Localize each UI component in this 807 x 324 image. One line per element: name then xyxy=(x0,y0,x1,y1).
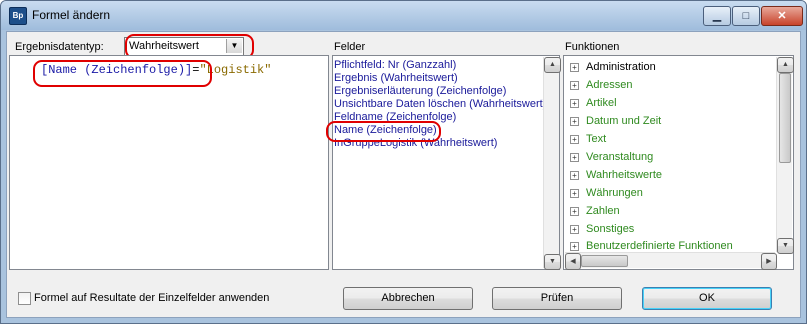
functions-hscrollbar[interactable]: ◀ ▶ xyxy=(565,252,777,270)
function-category[interactable]: Benutzerdefinierte Funktionen xyxy=(586,237,733,250)
field-item[interactable]: Ergebniserläuterung (Zeichenfolge) xyxy=(334,85,506,98)
scroll-down-icon[interactable]: ▼ xyxy=(544,254,561,270)
minimize-button[interactable]: ▁ xyxy=(703,6,731,26)
expand-icon[interactable]: + xyxy=(570,242,579,251)
scroll-down-icon[interactable]: ▼ xyxy=(777,238,794,254)
expand-icon[interactable]: + xyxy=(570,153,579,162)
functions-vscrollbar[interactable]: ▲ ▼ xyxy=(776,57,794,254)
highlight-ring-field-name xyxy=(326,121,441,142)
function-category[interactable]: Sonstiges xyxy=(586,220,634,238)
expand-icon[interactable]: + xyxy=(570,225,579,234)
highlight-ring-formula-field xyxy=(33,60,212,87)
field-item[interactable]: Ergebnis (Wahrheitswert) xyxy=(334,72,458,85)
field-item[interactable]: Unsichtbare Daten löschen (Wahrheitswert… xyxy=(334,98,546,111)
function-category[interactable]: Währungen xyxy=(586,184,643,202)
field-item[interactable]: Pflichtfeld: Nr (Ganzzahl) xyxy=(334,59,456,72)
scroll-left-icon[interactable]: ◀ xyxy=(565,253,581,270)
scroll-right-icon[interactable]: ▶ xyxy=(761,253,777,270)
maximize-button[interactable]: □ xyxy=(732,6,760,26)
expand-icon[interactable]: + xyxy=(570,207,579,216)
ok-button[interactable]: OK xyxy=(642,287,772,310)
function-category[interactable]: Veranstaltung xyxy=(586,148,653,166)
scroll-thumb[interactable] xyxy=(779,73,791,163)
app-icon: Bp xyxy=(9,7,27,25)
fields-label: Felder xyxy=(334,41,366,53)
function-category[interactable]: Zahlen xyxy=(586,202,620,220)
fields-list[interactable]: Pflichtfeld: Nr (Ganzzahl) Ergebnis (Wah… xyxy=(332,55,561,270)
functions-label: Funktionen xyxy=(565,41,620,53)
check-button[interactable]: Prüfen xyxy=(492,287,622,310)
function-category[interactable]: Artikel xyxy=(586,94,617,112)
apply-to-subfields-label: Formel auf Resultate der Einzelfelder an… xyxy=(34,292,270,304)
expand-icon[interactable]: + xyxy=(570,189,579,198)
expand-icon[interactable]: + xyxy=(570,63,579,72)
window-title: Formel ändern xyxy=(32,8,111,22)
expand-icon[interactable]: + xyxy=(570,99,579,108)
result-type-label: Ergebnisdatentyp: xyxy=(15,41,104,53)
function-category[interactable]: Adressen xyxy=(586,76,632,94)
expand-icon[interactable]: + xyxy=(570,81,579,90)
cancel-button[interactable]: Abbrechen xyxy=(343,287,473,310)
scroll-up-icon[interactable]: ▲ xyxy=(777,57,794,73)
apply-to-subfields-checkbox[interactable] xyxy=(18,292,31,305)
scroll-thumb[interactable] xyxy=(581,255,628,267)
scroll-up-icon[interactable]: ▲ xyxy=(544,57,561,73)
expand-icon[interactable]: + xyxy=(570,171,579,180)
functions-tree[interactable]: + Administration + Adressen + Artikel + … xyxy=(563,55,794,270)
function-category[interactable]: Wahrheitswerte xyxy=(586,166,662,184)
title-bar[interactable]: Bp Formel ändern ▁ □ ✕ xyxy=(1,1,806,30)
function-category[interactable]: Datum und Zeit xyxy=(586,112,661,130)
function-category[interactable]: Text xyxy=(586,130,606,148)
expand-icon[interactable]: + xyxy=(570,135,579,144)
expand-icon[interactable]: + xyxy=(570,117,579,126)
fields-scrollbar[interactable]: ▲ ▼ xyxy=(543,57,561,270)
function-category[interactable]: Administration xyxy=(586,58,656,76)
formula-editor[interactable]: [Name (Zeichenfolge)]="Logistik" xyxy=(9,55,329,270)
close-button[interactable]: ✕ xyxy=(761,6,803,26)
